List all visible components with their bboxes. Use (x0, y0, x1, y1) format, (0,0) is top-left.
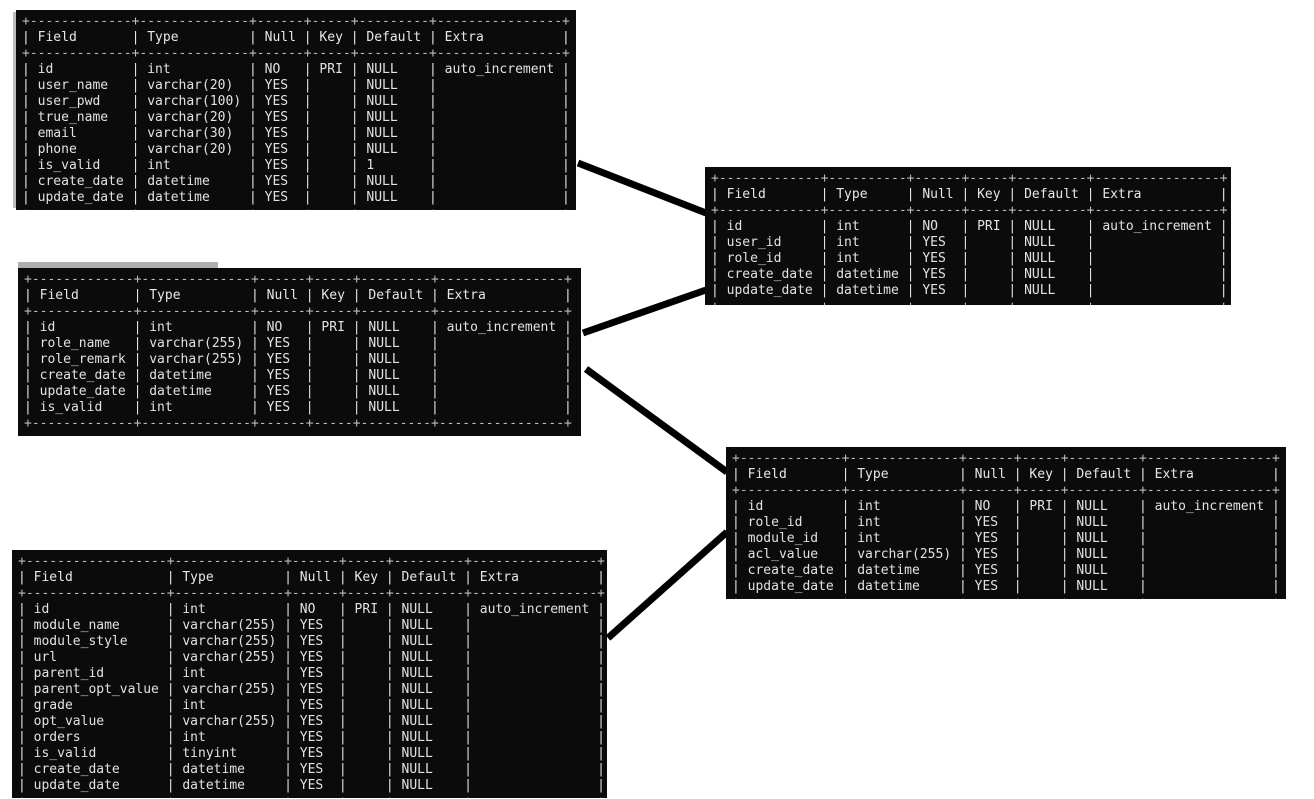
table-rule-header: +-------------+--------------+------+---… (732, 483, 1280, 498)
table-row: | update_date | datetime | YES | | NULL … (732, 579, 1280, 594)
table-row: | update_date | datetime | YES | | NULL … (18, 778, 605, 793)
table-rule-bottom: +-------------+----------+------+-----+-… (711, 299, 1228, 305)
table-row: | create_date | datetime | YES | | NULL … (24, 368, 572, 383)
connector-role-to-acl (583, 366, 730, 475)
acl-table: +-------------+--------------+------+---… (726, 447, 1286, 599)
table-row: | role_name | varchar(255) | YES | | NUL… (24, 336, 572, 351)
table-row: | create_date | datetime | YES | | NULL … (18, 762, 605, 777)
table-row: | id | int | NO | PRI | NULL | auto_incr… (22, 62, 570, 77)
table-row: | is_valid | int | YES | | 1 | | (22, 158, 570, 173)
table-row: | update_date | datetime | YES | | NULL … (22, 190, 570, 205)
table-header-row: | Field | Type | Null | Key | Default | … (22, 30, 570, 45)
table-rule-header: +------------------+--------------+-----… (18, 586, 605, 601)
table-row: | user_id | int | YES | | NULL | | (711, 235, 1228, 250)
table-row: | update_date | datetime | YES | | NULL … (24, 384, 572, 399)
table-row: | id | int | NO | PRI | NULL | auto_incr… (732, 499, 1280, 514)
table-row: | is_valid | tinyint | YES | | NULL | | (18, 746, 605, 761)
table-rule-bottom: +------------------+--------------+-----… (18, 794, 605, 798)
table-row: | url | varchar(255) | YES | | NULL | | (18, 650, 605, 665)
table-row: | user_pwd | varchar(100) | YES | | NULL… (22, 94, 570, 109)
user-table: +-------------+--------------+------+---… (16, 10, 576, 210)
table-row: | role_id | int | YES | | NULL | | (732, 515, 1280, 530)
module-table: +------------------+--------------+-----… (12, 550, 607, 798)
table-row: | update_date | datetime | YES | | NULL … (711, 283, 1228, 298)
table-row: | orders | int | YES | | NULL | | (18, 730, 605, 745)
table-rule-top: +------------------+--------------+-----… (18, 554, 605, 569)
table-rule-bottom: +-------------+--------------+------+---… (732, 595, 1280, 599)
role-table: +-------------+--------------+------+---… (18, 268, 581, 436)
table-row: | module_style | varchar(255) | YES | | … (18, 634, 605, 649)
table-row: | email | varchar(30) | YES | | NULL | | (22, 126, 570, 141)
table-row: | parent_opt_value | varchar(255) | YES … (18, 682, 605, 697)
connector-module-to-acl (605, 529, 730, 641)
table-row: | id | int | NO | PRI | NULL | auto_incr… (18, 602, 605, 617)
table-rule-bottom: +-------------+--------------+------+---… (22, 206, 570, 210)
table-row: | role_id | int | YES | | NULL | | (711, 251, 1228, 266)
table-rule-top: +-------------+--------------+------+---… (22, 14, 570, 29)
table-rule-top: +-------------+--------------+------+---… (24, 272, 572, 287)
table-header-row: | Field | Type | Null | Key | Default | … (711, 187, 1228, 202)
table-rule-top: +-------------+--------------+------+---… (732, 451, 1280, 466)
table-row: | grade | int | YES | | NULL | | (18, 698, 605, 713)
table-row: | opt_value | varchar(255) | YES | | NUL… (18, 714, 605, 729)
table-rule-header: +-------------+--------------+------+---… (22, 46, 570, 61)
table-row: | module_name | varchar(255) | YES | | N… (18, 618, 605, 633)
table-rule-header: +-------------+----------+------+-----+-… (711, 203, 1228, 218)
table-row: | module_id | int | YES | | NULL | | (732, 531, 1280, 546)
connector-user-to-user-role (576, 159, 708, 217)
table-header-row: | Field | Type | Null | Key | Default | … (24, 288, 572, 303)
schema-diagram-canvas: +-------------+--------------+------+---… (0, 0, 1314, 799)
user-role-table: +-------------+----------+------+-----+-… (705, 167, 1231, 305)
table-row: | id | int | NO | PRI | NULL | auto_incr… (24, 320, 572, 335)
table-row: | user_name | varchar(20) | YES | | NULL… (22, 78, 570, 93)
table-header-row: | Field | Type | Null | Key | Default | … (18, 570, 605, 585)
table-rule-header: +-------------+--------------+------+---… (24, 304, 572, 319)
connector-role-to-user-role (581, 286, 708, 337)
table-row: | acl_value | varchar(255) | YES | | NUL… (732, 547, 1280, 562)
table-rule-top: +-------------+----------+------+-----+-… (711, 171, 1228, 186)
table-header-row: | Field | Type | Null | Key | Default | … (732, 467, 1280, 482)
table-row: | role_remark | varchar(255) | YES | | N… (24, 352, 572, 367)
table-rule-bottom: +-------------+--------------+------+---… (24, 416, 572, 431)
table-row: | create_date | datetime | YES | | NULL … (711, 267, 1228, 282)
left-edge-artifact (13, 12, 16, 208)
table-row: | true_name | varchar(20) | YES | | NULL… (22, 110, 570, 125)
table-row: | is_valid | int | YES | | NULL | | (24, 400, 572, 415)
table-row: | phone | varchar(20) | YES | | NULL | | (22, 142, 570, 157)
table-row: | create_date | datetime | YES | | NULL … (732, 563, 1280, 578)
table-row: | parent_id | int | YES | | NULL | | (18, 666, 605, 681)
table-row: | id | int | NO | PRI | NULL | auto_incr… (711, 219, 1228, 234)
table-row: | create_date | datetime | YES | | NULL … (22, 174, 570, 189)
